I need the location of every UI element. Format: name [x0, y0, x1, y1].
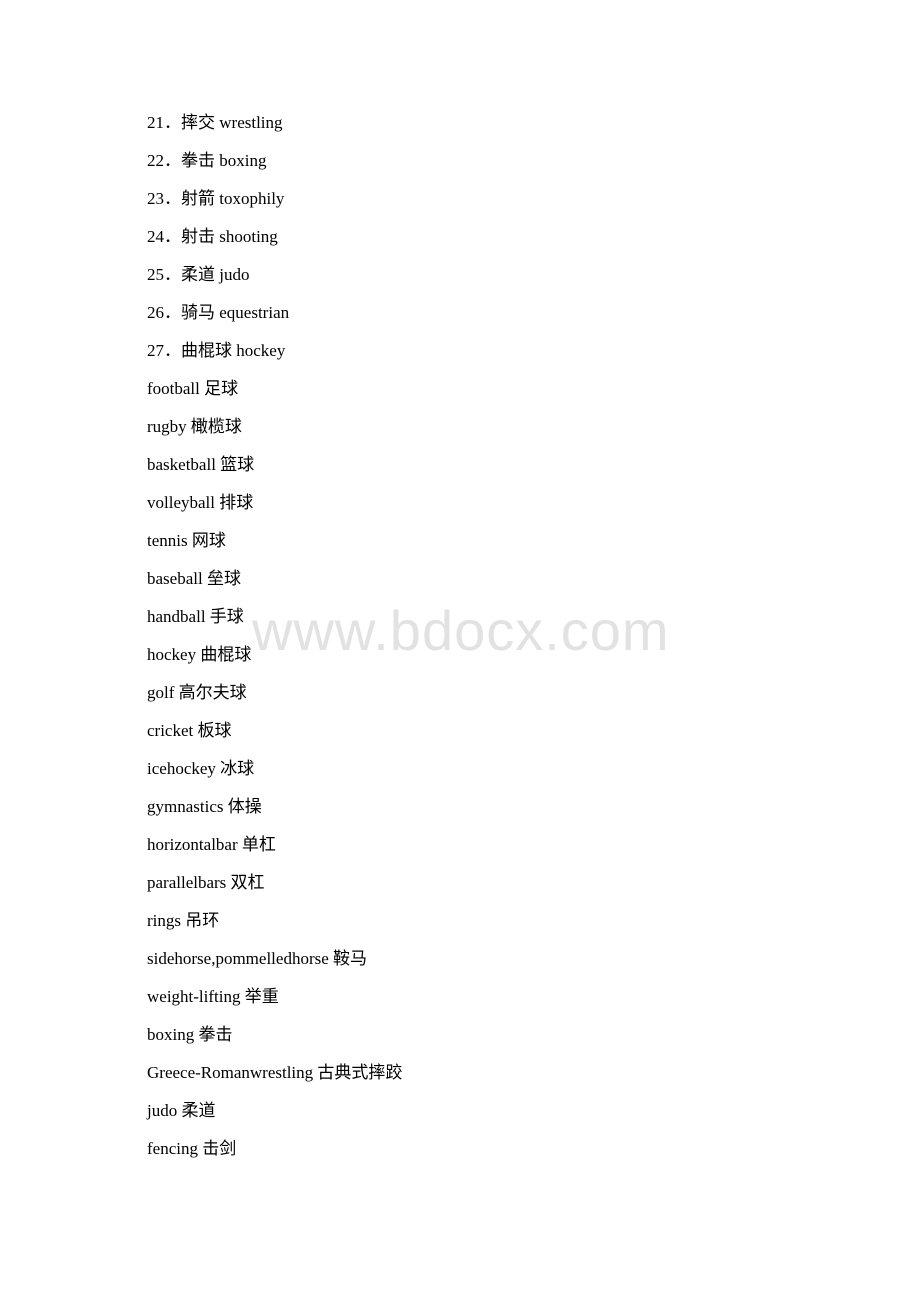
- vocab-item: horizontalbar 单杠: [147, 835, 276, 854]
- vocab-item: handball 手球: [147, 607, 244, 626]
- vocab-item: hockey 曲棍球: [147, 645, 252, 664]
- item-text: 射箭 toxophily: [181, 189, 285, 208]
- vocab-item: cricket 板球: [147, 721, 232, 740]
- item-number: 23．: [147, 189, 181, 208]
- vocab-item: judo 柔道: [147, 1101, 216, 1120]
- vocab-item: weight-lifting 举重: [147, 987, 279, 1006]
- item-number: 25．: [147, 265, 181, 284]
- vocab-item: basketball 篮球: [147, 455, 255, 474]
- numbered-item: 27．曲棍球 hockey: [147, 332, 402, 370]
- vocab-item: rings 吊环: [147, 911, 220, 930]
- item-text: 骑马 equestrian: [181, 303, 290, 322]
- item-text: 摔交 wrestling: [181, 113, 283, 132]
- vocab-item: rugby 橄榄球: [147, 417, 242, 436]
- item-text: 拳击 boxing: [181, 151, 267, 170]
- numbered-item: 21．摔交 wrestling: [147, 104, 402, 142]
- numbered-item: 23．射箭 toxophily: [147, 180, 402, 218]
- item-text: 柔道 judo: [181, 265, 250, 284]
- numbered-item: 22．拳击 boxing: [147, 142, 402, 180]
- vocab-item: fencing 击剑: [147, 1139, 237, 1158]
- item-text: 曲棍球 hockey: [181, 341, 286, 360]
- vocab-item: parallelbars 双杠: [147, 873, 265, 892]
- vocab-item: volleyball 排球: [147, 493, 254, 512]
- item-number: 22．: [147, 151, 181, 170]
- vocab-item: gymnastics 体操: [147, 797, 262, 816]
- vocab-item: baseball 垒球: [147, 569, 241, 588]
- item-number: 27．: [147, 341, 181, 360]
- numbered-item: 24．射击 shooting: [147, 218, 402, 256]
- item-number: 26．: [147, 303, 181, 322]
- vocab-item: sidehorse,pommelledhorse 鞍马: [147, 949, 368, 968]
- document-body: 21．摔交 wrestling 22．拳击 boxing 23．射箭 toxop…: [147, 104, 402, 1168]
- vocab-item: icehockey 冰球: [147, 759, 255, 778]
- vocab-item: tennis 网球: [147, 531, 226, 550]
- vocab-item: football 足球: [147, 379, 239, 398]
- numbered-item: 25．柔道 judo: [147, 256, 402, 294]
- vocab-item: golf 高尔夫球: [147, 683, 247, 702]
- vocab-item: boxing 拳击: [147, 1025, 233, 1044]
- numbered-item: 26．骑马 equestrian: [147, 294, 402, 332]
- item-number: 21．: [147, 113, 181, 132]
- vocab-item: Greece-Romanwrestling 古典式摔跤: [147, 1063, 403, 1082]
- item-text: 射击 shooting: [181, 227, 278, 246]
- item-number: 24．: [147, 227, 181, 246]
